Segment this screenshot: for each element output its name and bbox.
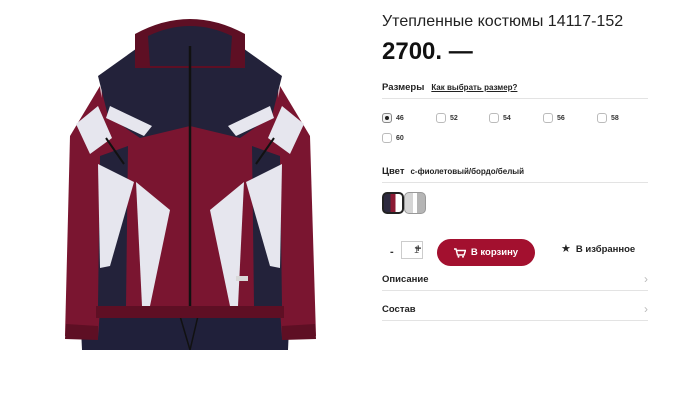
radio-checked-icon[interactable] xyxy=(382,113,392,123)
product-price: 2700. — xyxy=(382,38,473,65)
sizes-header: Размеры Как выбрать размер? xyxy=(382,82,517,93)
quantity-decrement-button[interactable]: - xyxy=(390,246,394,258)
size-option-58[interactable]: 58 xyxy=(597,113,619,123)
size-value: 54 xyxy=(503,114,511,122)
star-icon: ★ xyxy=(561,243,571,255)
radio-icon[interactable] xyxy=(597,113,607,123)
size-option-46[interactable]: 46 xyxy=(382,113,404,123)
divider xyxy=(382,290,648,291)
size-value: 46 xyxy=(396,114,404,122)
product-title: Утепленные костюмы 14117-152 xyxy=(382,13,624,30)
radio-icon[interactable] xyxy=(436,113,446,123)
color-label: Цвет xyxy=(382,166,405,177)
add-to-cart-button[interactable]: В корзину xyxy=(437,239,535,266)
size-option-56[interactable]: 56 xyxy=(543,113,565,123)
color-swatch[interactable] xyxy=(404,192,426,214)
product-image[interactable] xyxy=(40,6,340,350)
favorites-label: В избранное xyxy=(575,244,636,255)
size-value: 52 xyxy=(450,114,458,122)
add-to-favorites-button[interactable]: ★ В избранное xyxy=(561,243,636,256)
accordion-composition-label: Состав xyxy=(382,303,416,315)
chevron-right-icon: › xyxy=(644,302,648,316)
size-option-52[interactable]: 52 xyxy=(436,113,458,123)
size-option-60[interactable]: 60 xyxy=(382,133,404,143)
cart-icon xyxy=(453,247,466,258)
size-value: 60 xyxy=(396,134,404,142)
quantity-increment-button[interactable]: + xyxy=(415,243,421,255)
accordion-composition[interactable]: Состав › xyxy=(382,303,648,315)
color-header: Цвет с-фиолетовый/бордо/белый xyxy=(382,166,524,177)
radio-icon[interactable] xyxy=(489,113,499,123)
color-value: с-фиолетовый/бордо/белый xyxy=(410,167,525,176)
size-value: 56 xyxy=(557,114,565,122)
divider xyxy=(382,98,648,99)
color-swatch-selected[interactable] xyxy=(382,192,404,214)
size-guide-link[interactable]: Как выбрать размер? xyxy=(431,83,517,92)
accordion-description[interactable]: Описание › xyxy=(382,273,648,285)
radio-icon[interactable] xyxy=(543,113,553,123)
divider xyxy=(382,320,648,321)
radio-icon[interactable] xyxy=(382,133,392,143)
size-option-54[interactable]: 54 xyxy=(489,113,511,123)
sizes-label: Размеры xyxy=(382,82,425,93)
size-value: 58 xyxy=(611,114,619,122)
divider xyxy=(382,182,648,183)
chevron-right-icon: › xyxy=(644,272,648,286)
add-to-cart-label: В корзину xyxy=(470,247,519,258)
accordion-description-label: Описание xyxy=(382,273,429,285)
